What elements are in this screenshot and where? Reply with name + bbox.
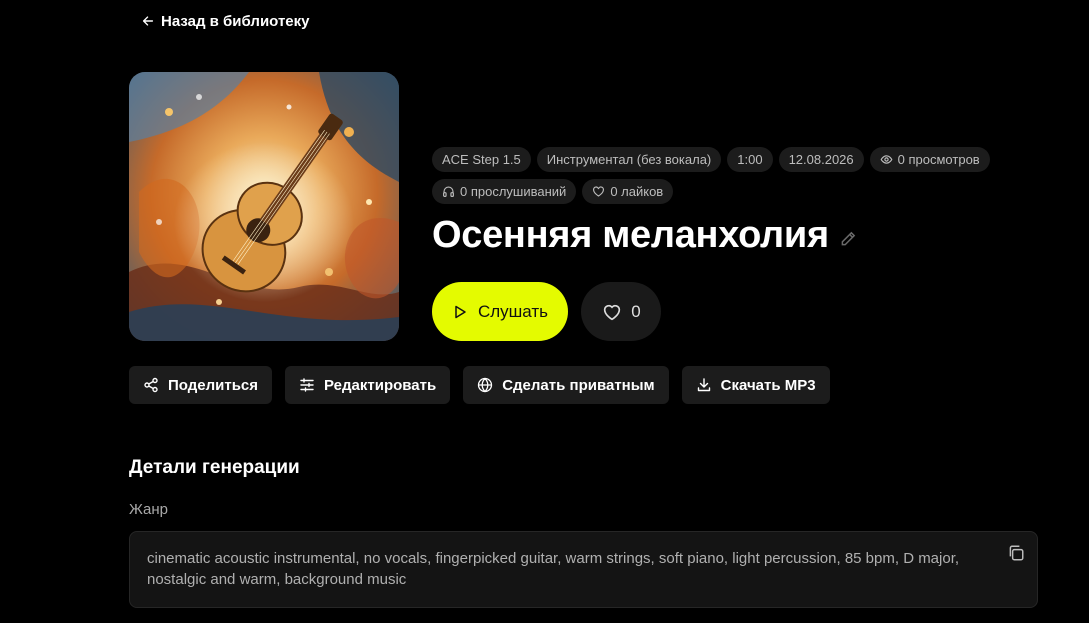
duration-chip: 1:00 xyxy=(727,147,773,172)
model-chip-label: ACE Step 1.5 xyxy=(442,152,521,167)
genre-box: cinematic acoustic instrumental, no voca… xyxy=(129,531,1038,608)
headphones-icon xyxy=(443,186,454,197)
play-icon xyxy=(455,305,466,318)
eye-icon xyxy=(880,155,893,164)
download-mp3-button[interactable]: Скачать MP3 xyxy=(681,366,830,404)
arrow-left-icon xyxy=(142,16,154,26)
date-chip: 12.08.2026 xyxy=(778,147,864,172)
copy-icon[interactable] xyxy=(1007,544,1025,562)
date-chip-label: 12.08.2026 xyxy=(788,152,854,167)
action-bar: Поделиться Редактировать Сделать приватн… xyxy=(129,366,830,404)
listen-label: Слушать xyxy=(477,301,549,321)
type-chip: Инструментал (без вокала) xyxy=(536,147,722,172)
listens-chip: 0 прослушиваний xyxy=(432,179,577,204)
duration-chip-label: 1:00 xyxy=(737,152,763,167)
edit-label: Редактировать xyxy=(324,376,437,394)
cover-art xyxy=(129,72,399,341)
generation-details-heading: Детали генерации xyxy=(129,457,300,478)
likes-chip: 0 лайков xyxy=(582,179,674,204)
listens-chip-label: 0 прослушиваний xyxy=(460,184,567,199)
download-mp3-label: Скачать MP3 xyxy=(720,376,816,394)
heart-icon xyxy=(604,304,621,320)
back-label: Назад в библиотеку xyxy=(161,12,310,30)
cover-image xyxy=(129,72,399,341)
track-title: Осенняя меланхолия xyxy=(432,214,829,256)
share-icon xyxy=(144,377,158,393)
sliders-icon xyxy=(300,378,314,392)
genre-label: Жанр xyxy=(129,501,168,518)
likes-chip-label: 0 лайков xyxy=(610,184,664,199)
genre-text: cinematic acoustic instrumental, no voca… xyxy=(147,550,960,588)
like-button[interactable]: 0 xyxy=(581,282,661,341)
like-count: 0 xyxy=(631,301,641,321)
model-chip: ACE Step 1.5 xyxy=(432,147,531,172)
heart-icon xyxy=(593,186,605,197)
share-button[interactable]: Поделиться xyxy=(129,366,273,404)
listen-button[interactable]: Слушать xyxy=(432,282,568,341)
share-label: Поделиться xyxy=(168,376,259,394)
globe-icon xyxy=(478,377,493,393)
download-icon xyxy=(697,378,710,392)
meta-chips: ACE Step 1.5 Инструментал (без вокала) 1… xyxy=(432,147,1012,204)
back-to-library-link[interactable]: Назад в библиотеку xyxy=(141,10,310,32)
type-chip-label: Инструментал (без вокала) xyxy=(546,152,712,167)
edit-button[interactable]: Редактировать xyxy=(285,366,451,404)
views-chip: 0 просмотров xyxy=(869,147,990,172)
views-chip-label: 0 просмотров xyxy=(897,152,980,167)
make-private-label: Сделать приватным xyxy=(502,376,655,394)
make-private-button[interactable]: Сделать приватным xyxy=(463,366,669,404)
title-row: Осенняя меланхолия xyxy=(432,214,857,257)
pencil-icon[interactable] xyxy=(839,230,857,248)
